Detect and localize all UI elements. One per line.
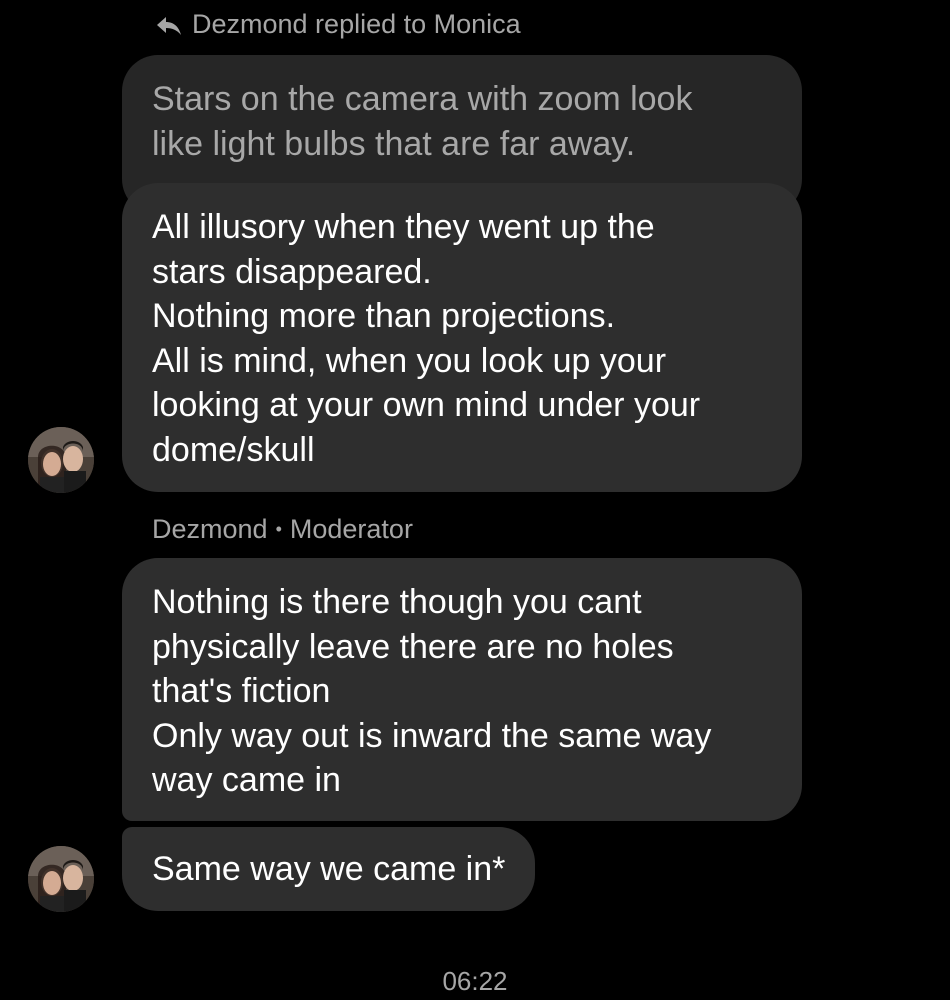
- sender-line: Dezmond • Moderator: [152, 514, 413, 545]
- message-bubble[interactable]: Same way we came in*: [122, 827, 536, 911]
- reply-header-text: Dezmond replied to Monica: [192, 8, 521, 39]
- reply-header: Dezmond replied to Monica: [156, 6, 521, 42]
- message-timestamp: 06:22: [442, 966, 508, 996]
- sender-role: Moderator: [289, 514, 413, 544]
- message-bubble[interactable]: Nothing is there though you cant physica…: [122, 558, 802, 821]
- separator-dot: •: [275, 519, 282, 539]
- message-bubble[interactable]: All illusory when they went up the stars…: [122, 183, 802, 492]
- sender-name[interactable]: Dezmond: [152, 514, 268, 545]
- reply-arrow-icon: [156, 13, 182, 35]
- avatar[interactable]: [28, 427, 94, 493]
- avatar[interactable]: [28, 846, 94, 912]
